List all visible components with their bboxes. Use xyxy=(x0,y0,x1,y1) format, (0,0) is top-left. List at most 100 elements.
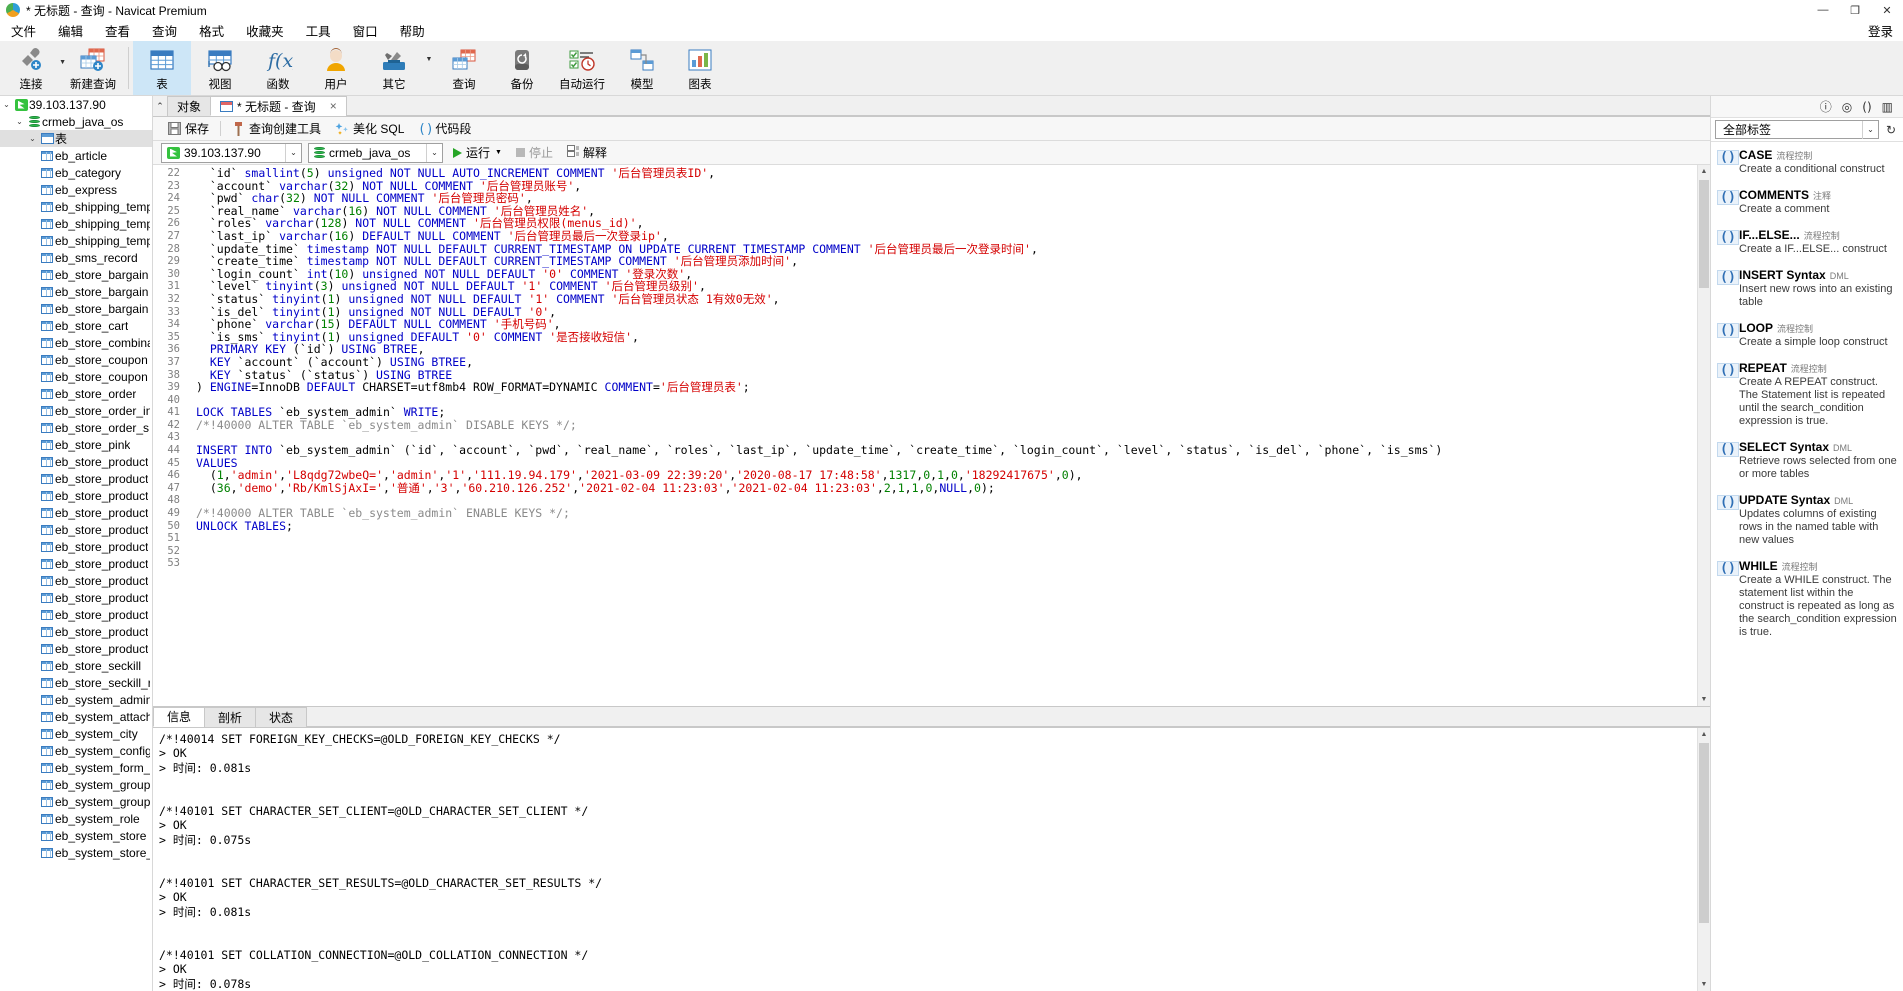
sql-line-code[interactable] xyxy=(187,532,196,545)
results-tab[interactable]: 状态 xyxy=(255,706,308,727)
tree-node-table[interactable]: eb_store_product xyxy=(0,589,152,606)
tree-node-table[interactable]: eb_store_order_in xyxy=(0,402,152,419)
beautify-sql-button[interactable]: 美化 SQL xyxy=(328,118,411,139)
tree-node-table[interactable]: eb_article xyxy=(0,147,152,164)
sql-line[interactable]: 49/*!40000 ALTER TABLE `eb_system_admin`… xyxy=(153,507,1697,520)
menu-favorites[interactable]: 收藏夹 xyxy=(235,19,295,42)
sql-line-code[interactable] xyxy=(187,545,196,558)
tree-node-table[interactable]: eb_express xyxy=(0,181,152,198)
sql-line-code[interactable]: UNLOCK TABLES; xyxy=(187,519,293,533)
scrollbar-track[interactable] xyxy=(1698,178,1710,693)
snippet-item[interactable]: () INSERT Syntax DML Insert new rows into a… xyxy=(1711,262,1903,315)
tree-node-table[interactable]: eb_store_product xyxy=(0,453,152,470)
tree-node-table[interactable]: eb_store_cart xyxy=(0,317,152,334)
scrollbar-thumb[interactable] xyxy=(1699,742,1709,923)
snippet-item[interactable]: () LOOP 流程控制 Create a simple loop construct xyxy=(1711,315,1903,355)
results-vertical-scrollbar[interactable]: ▲ ▼ xyxy=(1697,727,1710,991)
ribbon-table-button[interactable]: 表 xyxy=(133,41,191,95)
run-button[interactable]: 运行 ▼ xyxy=(449,143,506,163)
ribbon-automation-button[interactable]: 自动运行 xyxy=(551,41,613,95)
object-tree-sidebar[interactable]: ⌄ 39.103.137.90 ⌄ crmeb_java_os ⌄ 表 eb_a… xyxy=(0,96,153,991)
scroll-up-icon[interactable]: ▲ xyxy=(1698,727,1710,741)
tree-node-table[interactable]: eb_system_city xyxy=(0,725,152,742)
ribbon-model-button[interactable]: 模型 xyxy=(613,41,671,95)
target-icon[interactable]: ◎ xyxy=(1842,100,1852,114)
sql-line[interactable]: 44 INSERT INTO `eb_system_admin` (`id`, `… xyxy=(153,444,1697,457)
snippet-item[interactable]: () COMMENTS 注释 Create a comment xyxy=(1711,182,1903,222)
tree-node-table[interactable]: eb_store_product xyxy=(0,504,152,521)
ribbon-query-button[interactable]: 查询 xyxy=(435,41,493,95)
tree-node-table[interactable]: eb_store_product xyxy=(0,538,152,555)
menu-help[interactable]: 帮助 xyxy=(389,19,436,42)
tree-node-table[interactable]: eb_system_form_t xyxy=(0,759,152,776)
ribbon-others-button[interactable]: 其它 xyxy=(365,41,423,95)
tree-node-connection[interactable]: ⌄ 39.103.137.90 xyxy=(0,96,152,113)
tree-node-table[interactable]: eb_store_product xyxy=(0,572,152,589)
ribbon-chart-button[interactable]: 图表 xyxy=(671,41,729,95)
menu-edit[interactable]: 编辑 xyxy=(47,19,94,42)
tree-node-table[interactable]: eb_store_bargain xyxy=(0,283,152,300)
scrollbar-track[interactable] xyxy=(1698,741,1710,978)
tree-node-table[interactable]: eb_store_product xyxy=(0,487,152,504)
tree-node-table[interactable]: eb_store_combina xyxy=(0,334,152,351)
sql-line[interactable]: 39) ENGINE=InnoDB DEFAULT CHARSET=utf8mb… xyxy=(153,381,1697,394)
tree-node-table[interactable]: eb_shipping_temp xyxy=(0,198,152,215)
snippets-list[interactable]: () CASE 流程控制 Create a conditional construct… xyxy=(1711,142,1903,991)
snippet-item[interactable]: () SELECT Syntax DML Retrieve rows selected… xyxy=(1711,434,1903,487)
chevron-down-icon[interactable]: ⌄ xyxy=(426,143,442,162)
tree-node-table[interactable]: eb_store_coupon xyxy=(0,351,152,368)
tree-node-table[interactable]: eb_store_bargain xyxy=(0,300,152,317)
sql-line[interactable]: 53 xyxy=(153,557,1697,570)
results-tab[interactable]: 信息 xyxy=(153,706,206,727)
scrollbar-thumb[interactable] xyxy=(1699,180,1709,288)
editor-vertical-scrollbar[interactable]: ▲ ▼ xyxy=(1697,165,1710,706)
snippet-item[interactable]: () IF...ELSE... 流程控制 Create a IF...ELSE... … xyxy=(1711,222,1903,262)
chevron-down-icon[interactable]: ⌄ xyxy=(0,100,13,109)
ribbon-new-query-button[interactable]: 新建查询 xyxy=(62,41,124,95)
tree-node-table[interactable]: eb_shipping_temp xyxy=(0,232,152,249)
minimize-button[interactable]: — xyxy=(1807,0,1839,20)
tree-node-table[interactable]: eb_category xyxy=(0,164,152,181)
snippets-tag-select[interactable]: 全部标签 ⌄ xyxy=(1715,120,1879,139)
others-chevron-down-icon[interactable]: ▼ xyxy=(423,41,435,95)
tree-node-table[interactable]: eb_shipping_temp xyxy=(0,215,152,232)
tree-node-table[interactable]: eb_store_product xyxy=(0,521,152,538)
tree-node-table[interactable]: eb_store_product xyxy=(0,470,152,487)
sql-line[interactable]: 42 /*!40000 ALTER TABLE `eb_system_admin`… xyxy=(153,419,1697,432)
tree-node-table[interactable]: eb_system_config xyxy=(0,742,152,759)
chevron-down-icon[interactable]: ⌄ xyxy=(13,117,26,126)
sql-line[interactable]: 50 UNLOCK TABLES; xyxy=(153,519,1697,533)
snippet-item[interactable]: () CASE 流程控制 Create a conditional construct xyxy=(1711,142,1903,182)
table-list[interactable]: eb_article eb_category eb_express eb_shippi… xyxy=(0,147,152,861)
tree-node-table[interactable]: eb_store_product xyxy=(0,555,152,572)
ribbon-function-button[interactable]: f(x) 函数 xyxy=(249,41,307,95)
tree-node-table[interactable]: eb_store_order xyxy=(0,385,152,402)
tree-node-table[interactable]: eb_sms_record xyxy=(0,249,152,266)
run-chevron-down-icon[interactable]: ▼ xyxy=(495,149,502,156)
menu-window[interactable]: 窗口 xyxy=(342,19,389,42)
sql-line-code[interactable] xyxy=(187,431,196,444)
tree-node-table[interactable]: eb_store_product xyxy=(0,606,152,623)
snippet-item[interactable]: () UPDATE Syntax DML Updates columns of exi… xyxy=(1711,487,1903,553)
tree-node-table[interactable]: eb_store_bargain xyxy=(0,266,152,283)
ribbon-user-button[interactable]: 用户 xyxy=(307,41,365,95)
tree-node-table[interactable]: eb_system_group xyxy=(0,776,152,793)
sql-line-code[interactable] xyxy=(187,394,196,407)
tree-node-table[interactable]: eb_store_order_s xyxy=(0,419,152,436)
menu-file[interactable]: 文件 xyxy=(0,19,47,42)
tree-node-table[interactable]: eb_store_product xyxy=(0,623,152,640)
tree-node-table[interactable]: eb_system_admin xyxy=(0,691,152,708)
close-button[interactable]: ✕ xyxy=(1871,0,1903,20)
scroll-down-icon[interactable]: ▼ xyxy=(1698,692,1710,706)
explain-button[interactable]: 解释 xyxy=(563,143,611,163)
ribbon-connection-button[interactable]: 连接 ▼ xyxy=(0,41,66,95)
maximize-button[interactable]: ❐ xyxy=(1839,0,1871,20)
sql-line-code[interactable]: (36,'demo','Rb/KmlSjAxI=','普通','3','60.2… xyxy=(187,482,995,495)
save-button[interactable]: 保存 xyxy=(161,118,216,139)
tree-node-table[interactable]: eb_system_store xyxy=(0,827,152,844)
sql-line[interactable]: 52 xyxy=(153,545,1697,558)
sql-line-code[interactable]: /*!40000 ALTER TABLE `eb_system_admin` D… xyxy=(187,419,577,432)
info-icon[interactable]: ⓘ xyxy=(1820,98,1832,115)
menu-format[interactable]: 格式 xyxy=(188,19,235,42)
results-tab[interactable]: 剖析 xyxy=(204,706,257,727)
